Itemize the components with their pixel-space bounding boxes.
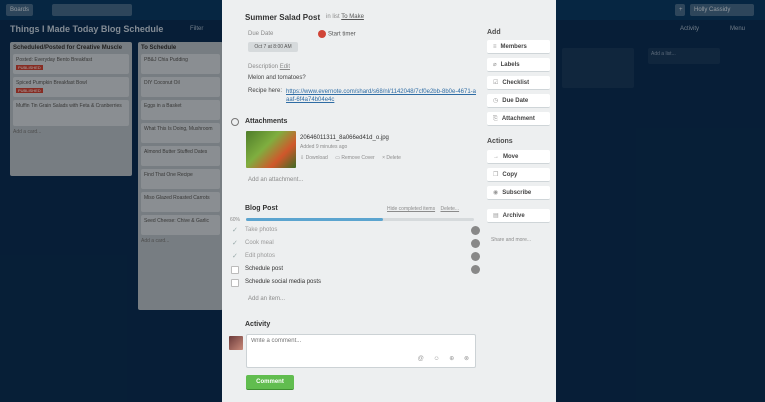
checklist-icon: ☑ (493, 80, 499, 86)
members-icon: ≡ (493, 44, 497, 50)
button-label: Checklist (502, 80, 530, 86)
attachments-heading: Attachments (245, 118, 288, 125)
assign-member-button[interactable] (471, 252, 480, 261)
add-card-icon[interactable]: ⊕ (449, 356, 454, 362)
attach-icon[interactable]: ⊗ (464, 356, 469, 362)
checklist-item-text: Edit photos (245, 253, 276, 259)
add-checklist-item-link[interactable]: Add an item... (248, 296, 285, 302)
checkbox[interactable] (231, 266, 239, 274)
attachment-thumbnail[interactable] (246, 131, 296, 168)
description-text: Melon and tomatoes? (248, 75, 306, 81)
download-link[interactable]: ⇩ Download (300, 155, 328, 161)
checklist-actions: Hide completed items Delete... (387, 206, 459, 212)
checklist-item-text: Take photos (245, 227, 278, 233)
description-url-link[interactable]: https://www.evernote.com/shard/s68/nl/11… (286, 88, 476, 104)
activity-heading: Activity (245, 321, 271, 328)
checklist-progress-percent: 60% (230, 217, 241, 223)
button-label: Attachment (501, 116, 535, 122)
checklist-progress-fill (246, 218, 383, 221)
labels-button[interactable]: ⌀ Labels (487, 58, 550, 72)
description-recipe-label: Recipe here: (248, 88, 283, 94)
emoji-icon[interactable]: ☺ (433, 356, 439, 362)
mention-icon[interactable]: @ (418, 356, 424, 362)
checklist-heading[interactable]: Blog Post (245, 205, 278, 212)
checklist-progress-bar (246, 218, 474, 221)
attachment-file-name[interactable]: 20646011311_8a066ed41d_o.jpg (300, 135, 389, 141)
checklist-item-text: Schedule social media posts (245, 279, 322, 285)
description-edit-link[interactable]: Edit (280, 64, 290, 70)
button-label: Move (503, 154, 519, 160)
description-label: Description Edit (248, 64, 290, 70)
move-button[interactable]: → Move (487, 150, 550, 164)
assign-member-button[interactable] (471, 265, 480, 274)
checklist-item[interactable]: Schedule social media posts (231, 278, 481, 289)
archive-icon: ▤ (493, 213, 499, 219)
add-attachment-link[interactable]: Add an attachment... (248, 177, 303, 183)
copy-icon: ❐ (493, 172, 499, 178)
comment-tools: @ ☺ ⊕ ⊗ (410, 355, 469, 362)
assign-member-button[interactable] (471, 239, 480, 248)
description-heading: Description (248, 64, 279, 70)
paperclip-icon (231, 118, 239, 126)
attachment-button[interactable]: ⎘ Attachment (487, 112, 550, 126)
label-icon: ⌀ (493, 62, 497, 68)
card-list-reference: in list To Make (326, 14, 364, 20)
due-date-button[interactable]: ◷ Due Date (487, 94, 550, 108)
arrow-right-icon: → (493, 154, 499, 160)
checkmark-icon: ✓ (232, 227, 238, 234)
checklist-item[interactable]: Schedule post (231, 265, 481, 276)
paperclip-icon: ⎘ (493, 116, 498, 122)
list-name-link[interactable]: To Make (341, 14, 364, 20)
due-date-label: Due Date (248, 31, 274, 37)
checkmark-icon: ✓ (232, 240, 238, 247)
delete-attachment-link[interactable]: × Delete (382, 155, 401, 161)
checkmark-icon: ✓ (232, 253, 238, 260)
remove-cover-link[interactable]: ▭ Remove Cover (335, 155, 374, 161)
checklist-item-text: Cook meal (245, 240, 274, 246)
assign-member-button[interactable] (471, 226, 480, 235)
due-date-badge[interactable]: Oct 7 at 8:00 AM (248, 42, 298, 52)
attachment-actions: ⇩ Download ▭ Remove Cover × Delete (300, 155, 407, 161)
comment-box[interactable]: @ ☺ ⊕ ⊗ (246, 334, 476, 368)
timer-label: Start timer (328, 31, 356, 38)
eye-icon: ◉ (493, 190, 499, 196)
button-label: Labels (500, 62, 520, 68)
checklist-button[interactable]: ☑ Checklist (487, 76, 550, 90)
archive-button[interactable]: ▤ Archive (487, 209, 550, 223)
button-label: Archive (502, 213, 525, 219)
checklist-item[interactable]: ✓ Edit photos (231, 252, 481, 263)
hide-completed-link[interactable]: Hide completed items (387, 206, 435, 212)
checkbox[interactable] (231, 279, 239, 287)
share-and-more-link[interactable]: Share and more... (491, 237, 531, 243)
attachment-meta: Added 9 minutes ago (300, 144, 348, 150)
start-timer-button[interactable]: Start timer (318, 30, 356, 38)
in-list-label: in list (326, 14, 340, 20)
avatar[interactable] (229, 336, 243, 350)
clock-icon: ◷ (493, 98, 499, 104)
members-button[interactable]: ≡ Members (487, 40, 550, 54)
comment-button[interactable]: Comment (246, 375, 294, 390)
timer-icon (318, 30, 326, 38)
button-label: Copy (502, 172, 518, 178)
comment-input[interactable] (251, 338, 451, 344)
card-title[interactable]: Summer Salad Post (245, 13, 320, 22)
button-label: Subscribe (502, 190, 532, 196)
copy-button[interactable]: ❐ Copy (487, 168, 550, 182)
checklist-item-text: Schedule post (245, 266, 284, 272)
actions-heading: Actions (487, 138, 513, 145)
subscribe-button[interactable]: ◉ Subscribe (487, 186, 550, 200)
checklist-item[interactable]: ✓ Cook meal (231, 239, 481, 250)
add-heading: Add (487, 29, 501, 36)
delete-checklist-link[interactable]: Delete... (440, 206, 459, 212)
button-label: Due Date (502, 98, 529, 104)
button-label: Members (500, 44, 527, 50)
checklist-item[interactable]: ✓ Take photos (231, 226, 481, 237)
